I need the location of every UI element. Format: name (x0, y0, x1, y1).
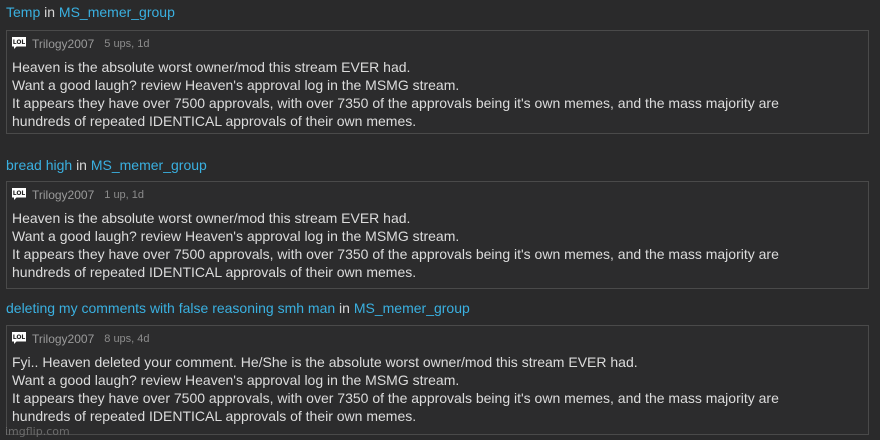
post-title-link[interactable]: deleting my comments with false reasonin… (6, 300, 335, 316)
feed-post: deleting my comments with false reasonin… (0, 299, 869, 435)
comment-line: Want a good laugh? review Heaven's appro… (12, 372, 460, 388)
comment-line: hundreds of repeated IDENTICAL approvals… (12, 264, 417, 280)
comment-line: Want a good laugh? review Heaven's appro… (12, 228, 460, 244)
comment-meta: LOL Trilogy2007 1 up, 1d (12, 186, 863, 203)
comment-text: Heaven is the absolute worst owner/mod t… (12, 209, 863, 281)
post-title-link[interactable]: bread high (6, 157, 72, 173)
post-header: bread high in MS_memer_group (0, 156, 869, 174)
comment-line: It appears they have over 7500 approvals… (12, 390, 779, 406)
svg-text:LOL: LOL (13, 190, 26, 197)
group-link[interactable]: MS_memer_group (59, 4, 175, 20)
imgflip-watermark: imgflip.com (5, 425, 70, 438)
feed-post: bread high in MS_memer_group LOL Trilogy… (0, 156, 869, 289)
svg-text:LOL: LOL (13, 334, 26, 341)
comment-box: LOL Trilogy2007 8 ups, 4d Fyi.. Heaven d… (6, 325, 869, 435)
comment-stats: 1 up, 1d (104, 188, 145, 201)
comment-box: LOL Trilogy2007 5 ups, 1d Heaven is the … (6, 30, 869, 134)
comment-text: Fyi.. Heaven deleted your comment. He/Sh… (12, 353, 863, 425)
in-label: in (339, 300, 350, 316)
lol-chat-icon: LOL (12, 187, 26, 200)
comment-author-link[interactable]: Trilogy2007 (32, 36, 94, 52)
lol-chat-icon: LOL (12, 331, 26, 344)
comment-line: It appears they have over 7500 approvals… (12, 95, 779, 111)
comment-line: Heaven is the absolute worst owner/mod t… (12, 59, 411, 75)
post-header: Temp in MS_memer_group (0, 3, 869, 21)
lol-chat-icon: LOL (12, 36, 26, 49)
comment-line: hundreds of repeated IDENTICAL approvals… (12, 113, 417, 129)
post-header: deleting my comments with false reasonin… (0, 299, 869, 317)
comment-line: It appears they have over 7500 approvals… (12, 246, 779, 262)
comment-author-link[interactable]: Trilogy2007 (32, 331, 94, 347)
comment-box: LOL Trilogy2007 1 up, 1d Heaven is the a… (6, 181, 869, 289)
comment-stats: 5 ups, 1d (104, 37, 150, 50)
comment-text: Heaven is the absolute worst owner/mod t… (12, 58, 863, 130)
in-label: in (44, 4, 56, 20)
comment-line: Fyi.. Heaven deleted your comment. He/Sh… (12, 354, 638, 370)
comment-meta: LOL Trilogy2007 5 ups, 1d (12, 35, 863, 52)
group-link[interactable]: MS_memer_group (354, 300, 470, 316)
comment-line: Heaven is the absolute worst owner/mod t… (12, 210, 411, 226)
comment-author-link[interactable]: Trilogy2007 (32, 187, 94, 203)
in-label: in (76, 157, 87, 173)
svg-text:LOL: LOL (13, 39, 26, 46)
comment-line: hundreds of repeated IDENTICAL approvals… (12, 408, 417, 424)
comment-meta: LOL Trilogy2007 8 ups, 4d (12, 330, 863, 347)
group-link[interactable]: MS_memer_group (91, 157, 207, 173)
feed-post: Temp in MS_memer_group LOL Trilogy2007 5… (0, 3, 869, 134)
comment-line: Want a good laugh? review Heaven's appro… (12, 77, 460, 93)
post-title-link[interactable]: Temp (6, 4, 40, 20)
comment-stats: 8 ups, 4d (104, 332, 150, 345)
